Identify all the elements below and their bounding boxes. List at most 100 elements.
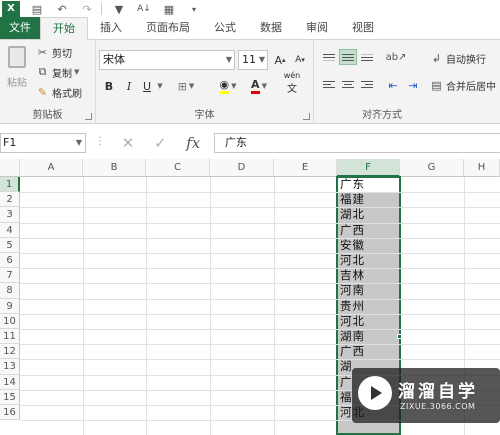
column-header-f[interactable]: F: [337, 159, 400, 177]
chevron-down-icon: ▼: [258, 55, 265, 64]
clipboard-launcher-icon[interactable]: [85, 113, 92, 120]
cell-f7[interactable]: 吉林: [337, 268, 400, 283]
clipboard-group: 粘贴 ✂ 剪切 ⧉ 复制 ▼ ✎ 格式刷 剪贴板: [0, 40, 96, 124]
column-header-h[interactable]: H: [464, 159, 500, 177]
column-header-b[interactable]: B: [83, 159, 146, 177]
align-bottom-button[interactable]: [358, 49, 376, 65]
row-header[interactable]: 7: [0, 268, 20, 284]
row-header[interactable]: 13: [0, 359, 20, 375]
grow-font-button[interactable]: A ▴: [272, 51, 288, 69]
sort-icon[interactable]: A↓: [136, 1, 152, 17]
formula-input[interactable]: 广东: [214, 133, 500, 153]
chevron-down-icon: ▼: [225, 55, 232, 64]
cut-button[interactable]: ✂ 剪切: [36, 44, 72, 60]
row-header[interactable]: 12: [0, 344, 20, 360]
row-header[interactable]: 14: [0, 374, 20, 390]
row-header[interactable]: 5: [0, 237, 20, 253]
borders-button[interactable]: ⊞ ▼: [174, 77, 198, 95]
underline-dropdown-icon[interactable]: ▼: [154, 77, 164, 95]
cell-f9[interactable]: 贵州: [337, 299, 400, 314]
row-header[interactable]: 1: [0, 177, 20, 193]
tab-data[interactable]: 数据: [248, 17, 294, 39]
font-name-value: 宋体: [103, 53, 125, 66]
cell-f12[interactable]: 广西: [337, 344, 400, 359]
phonetic-button[interactable]: wén 文: [280, 71, 304, 95]
tab-insert[interactable]: 插入: [88, 17, 134, 39]
form-icon[interactable]: ▦: [161, 1, 177, 17]
name-box[interactable]: F1 ▼: [0, 133, 86, 153]
cell-f6[interactable]: 河北: [337, 253, 400, 268]
font-color-button[interactable]: A ▼: [246, 77, 272, 95]
cancel-icon[interactable]: ✕: [122, 134, 135, 152]
ribbon: 粘贴 ✂ 剪切 ⧉ 复制 ▼ ✎ 格式刷 剪贴板 宋体 ▼ 11 ▼ A ▴ A…: [0, 40, 500, 124]
column-header-c[interactable]: C: [146, 159, 210, 177]
row-header[interactable]: 4: [0, 222, 20, 238]
row-header[interactable]: 11: [0, 329, 20, 345]
cell-f4[interactable]: 广西: [337, 223, 400, 238]
cell-f2[interactable]: 福建: [337, 192, 400, 207]
italic-button[interactable]: I: [122, 77, 136, 95]
insert-function-button[interactable]: fx: [186, 134, 200, 152]
tab-view[interactable]: 视图: [340, 17, 386, 39]
chevron-down-icon: ▼: [75, 138, 82, 147]
increase-indent-button[interactable]: ⇥: [404, 76, 422, 94]
filter-icon[interactable]: ▼: [111, 1, 127, 17]
grid-line: [20, 298, 500, 300]
row-header[interactable]: 10: [0, 313, 20, 329]
formula-buttons: ✕ ✓ fx: [112, 133, 210, 153]
save-icon[interactable]: ▤: [29, 1, 45, 17]
font-launcher-icon[interactable]: [303, 113, 310, 120]
orientation-button[interactable]: ab↗: [384, 48, 408, 66]
wrap-text-label: 自动换行: [446, 54, 486, 66]
font-size-value: 11: [242, 53, 256, 66]
undo-icon[interactable]: ↶: [54, 1, 70, 17]
align-top-button[interactable]: [320, 49, 338, 65]
align-middle-button[interactable]: [339, 49, 357, 65]
column-header-e[interactable]: E: [274, 159, 337, 177]
underline-button[interactable]: U: [140, 77, 154, 95]
column-header-g[interactable]: G: [400, 159, 464, 177]
row-header[interactable]: 16: [0, 405, 20, 421]
cell-f5[interactable]: 安徽: [337, 238, 400, 253]
row-header[interactable]: 15: [0, 389, 20, 405]
align-center-button[interactable]: [339, 76, 357, 92]
row-header[interactable]: 6: [0, 253, 20, 269]
align-right-button[interactable]: [358, 76, 376, 92]
row-header[interactable]: 9: [0, 298, 20, 314]
wrap-text-icon: ↲: [431, 51, 442, 65]
brush-icon: ✎: [37, 85, 48, 99]
redo-icon[interactable]: ↷: [79, 1, 95, 17]
cell-f3[interactable]: 湖北: [337, 207, 400, 222]
shrink-font-button[interactable]: A ▾: [292, 51, 308, 69]
decrease-indent-button[interactable]: ⇤: [384, 76, 402, 94]
column-header-a[interactable]: A: [20, 159, 83, 177]
enter-icon[interactable]: ✓: [154, 134, 167, 152]
paste-button[interactable]: 粘贴: [4, 44, 30, 94]
format-painter-button[interactable]: ✎ 格式刷: [36, 84, 82, 100]
copy-button[interactable]: ⧉ 复制 ▼: [36, 64, 80, 80]
tab-review[interactable]: 审阅: [294, 17, 340, 39]
tab-formulas[interactable]: 公式: [202, 17, 248, 39]
cell-f11[interactable]: 湖南: [337, 329, 400, 344]
select-all-corner[interactable]: [0, 159, 20, 177]
bold-button[interactable]: B: [102, 77, 116, 95]
tab-page-layout[interactable]: 页面布局: [134, 17, 202, 39]
cell-f1[interactable]: 广东: [337, 177, 400, 193]
row-header[interactable]: 3: [0, 207, 20, 223]
align-left-button[interactable]: [320, 76, 338, 92]
tab-file[interactable]: 文件: [0, 17, 40, 39]
wrap-text-button[interactable]: ↲ 自动换行: [430, 50, 486, 66]
column-header-d[interactable]: D: [210, 159, 274, 177]
customize-qat-icon[interactable]: ▾: [186, 1, 202, 17]
merge-center-button[interactable]: ▤ 合并后居中: [430, 77, 496, 93]
row-header[interactable]: 8: [0, 283, 20, 299]
cell-f10[interactable]: 河北: [337, 314, 400, 329]
row-header[interactable]: 2: [0, 192, 20, 208]
fill-color-button[interactable]: ◉ ▼: [214, 77, 242, 95]
font-name-select[interactable]: 宋体 ▼: [99, 50, 235, 70]
more-icon[interactable]: ⋮: [95, 136, 105, 147]
fill-handle[interactable]: [397, 334, 402, 339]
font-size-select[interactable]: 11 ▼: [238, 50, 268, 70]
cell-f8[interactable]: 河南: [337, 283, 400, 298]
tab-home[interactable]: 开始: [40, 17, 88, 40]
